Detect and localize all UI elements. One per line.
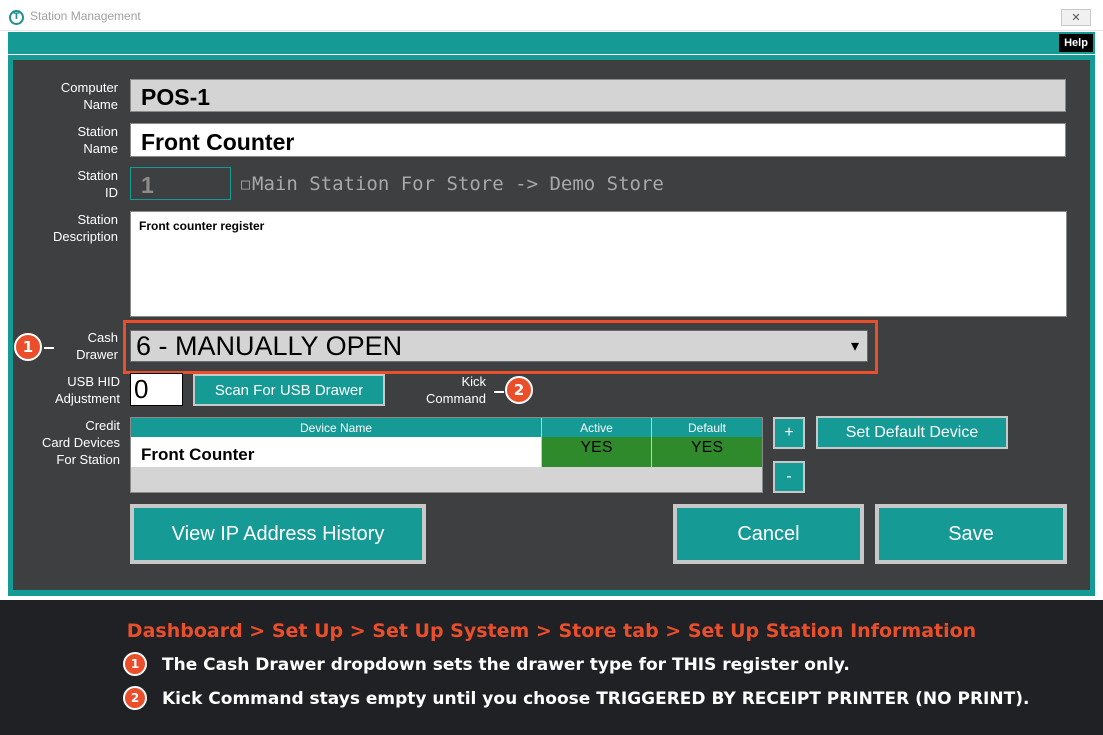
main-station-label: Main Station For Store -> Demo Store <box>252 173 664 195</box>
credit-devices-label-line3: For Station <box>56 452 120 467</box>
station-id-label: Station ID <box>30 167 118 201</box>
annotation-connector-2 <box>494 391 504 393</box>
credit-devices-label-line1: Credit <box>85 418 120 433</box>
cash-drawer-label-line2: Drawer <box>76 347 118 362</box>
header-bar <box>8 32 1095 54</box>
usb-hid-label-line1: USB HID <box>67 374 120 389</box>
caption-badge-2: 2 <box>123 686 147 710</box>
main-station-checkbox-row[interactable]: □ Main Station For Store -> Demo Store <box>241 173 664 195</box>
table-row[interactable]: Front Counter YES YES <box>131 437 762 467</box>
station-id-field: 1 <box>130 167 231 200</box>
view-ip-history-button[interactable]: View IP Address History <box>130 504 426 564</box>
title-bar: T Station Management ✕ <box>0 0 1103 31</box>
column-header-active: Active <box>542 418 652 437</box>
scan-usb-drawer-button[interactable]: Scan For USB Drawer <box>193 374 385 406</box>
breadcrumb: Dashboard > Set Up > Set Up System > Sto… <box>126 620 977 642</box>
computer-name-label-line1: Computer <box>60 80 118 95</box>
station-id-label-line1: Station <box>77 168 118 183</box>
caption-note-2: Kick Command stays empty until you choos… <box>162 689 1030 709</box>
cash-drawer-label-line1: Cash <box>87 330 118 345</box>
checkbox-icon[interactable]: □ <box>241 175 250 193</box>
credit-devices-table: Device Name Active Default Front Counter… <box>130 417 763 493</box>
computer-name-field: POS-1 <box>130 79 1066 112</box>
column-header-default: Default <box>652 418 762 437</box>
chevron-down-icon: ▾ <box>850 338 859 355</box>
close-button[interactable]: ✕ <box>1061 9 1091 26</box>
save-button[interactable]: Save <box>875 504 1067 564</box>
station-id-label-line2: ID <box>105 185 118 200</box>
cancel-button[interactable]: Cancel <box>673 504 864 564</box>
credit-card-devices-label: Credit Card Devices For Station <box>20 417 120 468</box>
set-default-device-button[interactable]: Set Default Device <box>816 416 1008 449</box>
computer-name-label-line2: Name <box>83 97 118 112</box>
kick-command-label-line2: Command <box>426 391 486 406</box>
window-title: Station Management <box>30 9 141 23</box>
kick-command-label-line1: Kick <box>461 374 486 389</box>
usb-hid-label-line2: Adjustment <box>54 391 120 406</box>
computer-name-label: Computer Name <box>30 79 118 113</box>
station-description-label-line1: Station <box>77 212 118 227</box>
annotation-badge-2: 2 <box>505 376 533 404</box>
device-name-cell: Front Counter <box>131 437 542 467</box>
column-header-device-name: Device Name <box>131 418 542 437</box>
caption-note-1: The Cash Drawer dropdown sets the drawer… <box>162 655 850 675</box>
app-logo-icon: T <box>9 10 24 25</box>
station-name-input[interactable]: Front Counter <box>130 123 1066 157</box>
station-name-label-line1: Station <box>77 124 118 139</box>
station-name-label: Station Name <box>30 123 118 157</box>
cash-drawer-value: 6 - MANUALLY OPEN <box>136 330 403 361</box>
usb-hid-input[interactable]: 0 <box>130 373 183 406</box>
default-cell: YES <box>652 437 762 467</box>
cash-drawer-dropdown[interactable]: 6 - MANUALLY OPEN ▾ <box>130 330 868 362</box>
help-button[interactable]: Help <box>1059 34 1093 52</box>
credit-devices-label-line2: Card Devices <box>41 435 120 450</box>
station-name-label-line2: Name <box>83 141 118 156</box>
station-description-label-line2: Description <box>52 229 118 244</box>
remove-device-button[interactable]: - <box>773 461 805 493</box>
add-device-button[interactable]: + <box>773 417 805 449</box>
kick-command-label: Kick Command <box>400 373 486 407</box>
cash-drawer-label: Cash Drawer <box>30 329 118 363</box>
usb-hid-label: USB HID Adjustment <box>30 373 120 407</box>
station-description-textarea[interactable]: Front counter register <box>130 211 1067 317</box>
active-cell: YES <box>542 437 652 467</box>
station-description-label: Station Description <box>30 211 118 245</box>
caption-badge-1: 1 <box>123 652 147 676</box>
